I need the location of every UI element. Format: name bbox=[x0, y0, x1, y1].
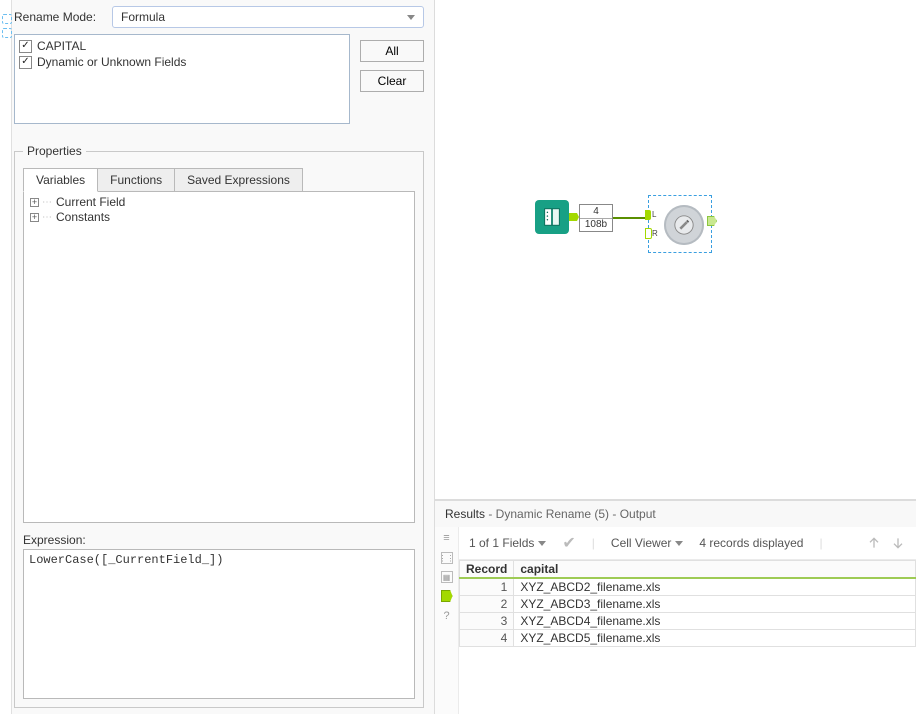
chevron-down-icon bbox=[407, 15, 415, 20]
value-cell: XYZ_ABCD5_filename.xls bbox=[514, 630, 916, 647]
rename-mode-label: Rename Mode: bbox=[14, 10, 106, 24]
tree-dots-icon: ⋯ bbox=[42, 195, 53, 210]
tree-label: Constants bbox=[56, 210, 110, 225]
record-cell: 2 bbox=[460, 596, 514, 613]
checkmark-icon: ✔ bbox=[562, 533, 575, 553]
results-table[interactable]: Record capital 1XYZ_ABCD2_filename.xls2X… bbox=[459, 560, 916, 647]
tree-item[interactable]: + ⋯ Constants bbox=[26, 210, 412, 225]
separator: | bbox=[819, 536, 822, 550]
value-cell: XYZ_ABCD3_filename.xls bbox=[514, 596, 916, 613]
record-cell: 3 bbox=[460, 613, 514, 630]
viewer-dd-label: Cell Viewer bbox=[611, 536, 671, 550]
results-gutter: ≡ ⋮⋮ ▦ ? bbox=[435, 527, 459, 714]
connection-line bbox=[613, 217, 648, 219]
tab-saved-expressions[interactable]: Saved Expressions bbox=[174, 168, 303, 191]
fields-dd-label: 1 of 1 Fields bbox=[469, 536, 534, 550]
properties-tabs: Variables Functions Saved Expressions bbox=[23, 168, 415, 191]
results-panel: Results - Dynamic Rename (5) - Output ≡ … bbox=[435, 500, 916, 714]
variable-tree[interactable]: + ⋯ Current Field + ⋯ Constants bbox=[23, 191, 415, 523]
input-tool[interactable] bbox=[535, 200, 569, 234]
stats-bytes: 108b bbox=[580, 219, 612, 231]
results-title: Results bbox=[445, 507, 485, 521]
tab-functions[interactable]: Functions bbox=[97, 168, 175, 191]
rename-mode-value: Formula bbox=[121, 10, 165, 24]
config-panel: Rename Mode: Formula ✓ CAPITAL ✓ Dynamic… bbox=[0, 0, 435, 714]
chevron-down-icon bbox=[675, 541, 683, 546]
value-cell: XYZ_ABCD2_filename.xls bbox=[514, 578, 916, 596]
properties-fieldset: Properties Variables Functions Saved Exp… bbox=[14, 144, 424, 708]
cell-viewer-dropdown[interactable]: Cell Viewer bbox=[611, 536, 683, 550]
port-label-r: R bbox=[652, 229, 658, 238]
value-cell: XYZ_ABCD4_filename.xls bbox=[514, 613, 916, 630]
connection-stats: 4 108b bbox=[579, 204, 613, 232]
checkbox-icon[interactable]: ✓ bbox=[19, 56, 32, 69]
workflow-canvas[interactable]: 4 108b L R bbox=[435, 0, 916, 500]
table-row[interactable]: 3XYZ_ABCD4_filename.xls bbox=[460, 613, 916, 630]
table-row[interactable]: 1XYZ_ABCD2_filename.xls bbox=[460, 578, 916, 596]
results-toolbar: 1 of 1 Fields ✔ | Cell Viewer 4 records … bbox=[459, 527, 916, 560]
properties-legend: Properties bbox=[23, 144, 86, 158]
expand-icon[interactable]: + bbox=[30, 198, 39, 207]
dynamic-rename-tool[interactable]: L R bbox=[648, 195, 712, 253]
fields-list[interactable]: ✓ CAPITAL ✓ Dynamic or Unknown Fields bbox=[14, 34, 350, 124]
output-anchor-icon bbox=[707, 216, 717, 226]
arrow-down-icon[interactable] bbox=[890, 535, 906, 551]
tree-label: Current Field bbox=[56, 195, 125, 210]
record-cell: 1 bbox=[460, 578, 514, 596]
output-anchor-icon bbox=[569, 213, 579, 221]
expand-icon[interactable]: + bbox=[30, 213, 39, 222]
left-edge-strip bbox=[0, 0, 12, 714]
port-label-l: L bbox=[652, 210, 656, 219]
list-icon[interactable]: ≡ bbox=[440, 531, 454, 545]
chevron-down-icon bbox=[538, 541, 546, 546]
table-row[interactable]: 4XYZ_ABCD5_filename.xls bbox=[460, 630, 916, 647]
help-icon[interactable]: ? bbox=[440, 609, 454, 623]
table-row[interactable]: 2XYZ_ABCD3_filename.xls bbox=[460, 596, 916, 613]
results-subtitle: - Dynamic Rename (5) - Output bbox=[485, 507, 656, 521]
dynamic-rename-icon bbox=[664, 205, 704, 245]
expression-label: Expression: bbox=[23, 533, 415, 547]
tree-dots-icon: ⋯ bbox=[42, 210, 53, 225]
stats-rows: 4 bbox=[580, 206, 612, 219]
field-label: Dynamic or Unknown Fields bbox=[37, 54, 186, 70]
records-count-text: 4 records displayed bbox=[699, 536, 803, 550]
arrow-up-icon[interactable] bbox=[866, 535, 882, 551]
results-header: Results - Dynamic Rename (5) - Output bbox=[435, 501, 916, 527]
field-row[interactable]: ✓ CAPITAL bbox=[19, 38, 345, 54]
col-header-record[interactable]: Record bbox=[460, 561, 514, 579]
separator: | bbox=[592, 536, 595, 550]
checkbox-icon[interactable]: ✓ bbox=[19, 40, 32, 53]
right-panel: 4 108b L R Results - Dynamic Rename (5) … bbox=[435, 0, 916, 714]
col-header-capital[interactable]: capital bbox=[514, 561, 916, 579]
all-button[interactable]: All bbox=[360, 40, 424, 62]
expression-editor[interactable]: LowerCase([_CurrentField_]) bbox=[23, 549, 415, 699]
tab-variables[interactable]: Variables bbox=[23, 168, 98, 192]
book-icon bbox=[541, 206, 563, 228]
tree-item[interactable]: + ⋯ Current Field bbox=[26, 195, 412, 210]
record-cell: 4 bbox=[460, 630, 514, 647]
metadata-icon[interactable]: ⋮⋮ bbox=[441, 552, 453, 564]
layout-icon[interactable]: ▦ bbox=[441, 571, 453, 583]
active-view-icon[interactable] bbox=[441, 590, 453, 602]
field-row[interactable]: ✓ Dynamic or Unknown Fields bbox=[19, 54, 345, 70]
field-label: CAPITAL bbox=[37, 38, 86, 54]
rename-mode-dropdown[interactable]: Formula bbox=[112, 6, 424, 28]
clear-button[interactable]: Clear bbox=[360, 70, 424, 92]
fields-dropdown[interactable]: 1 of 1 Fields bbox=[469, 536, 546, 550]
